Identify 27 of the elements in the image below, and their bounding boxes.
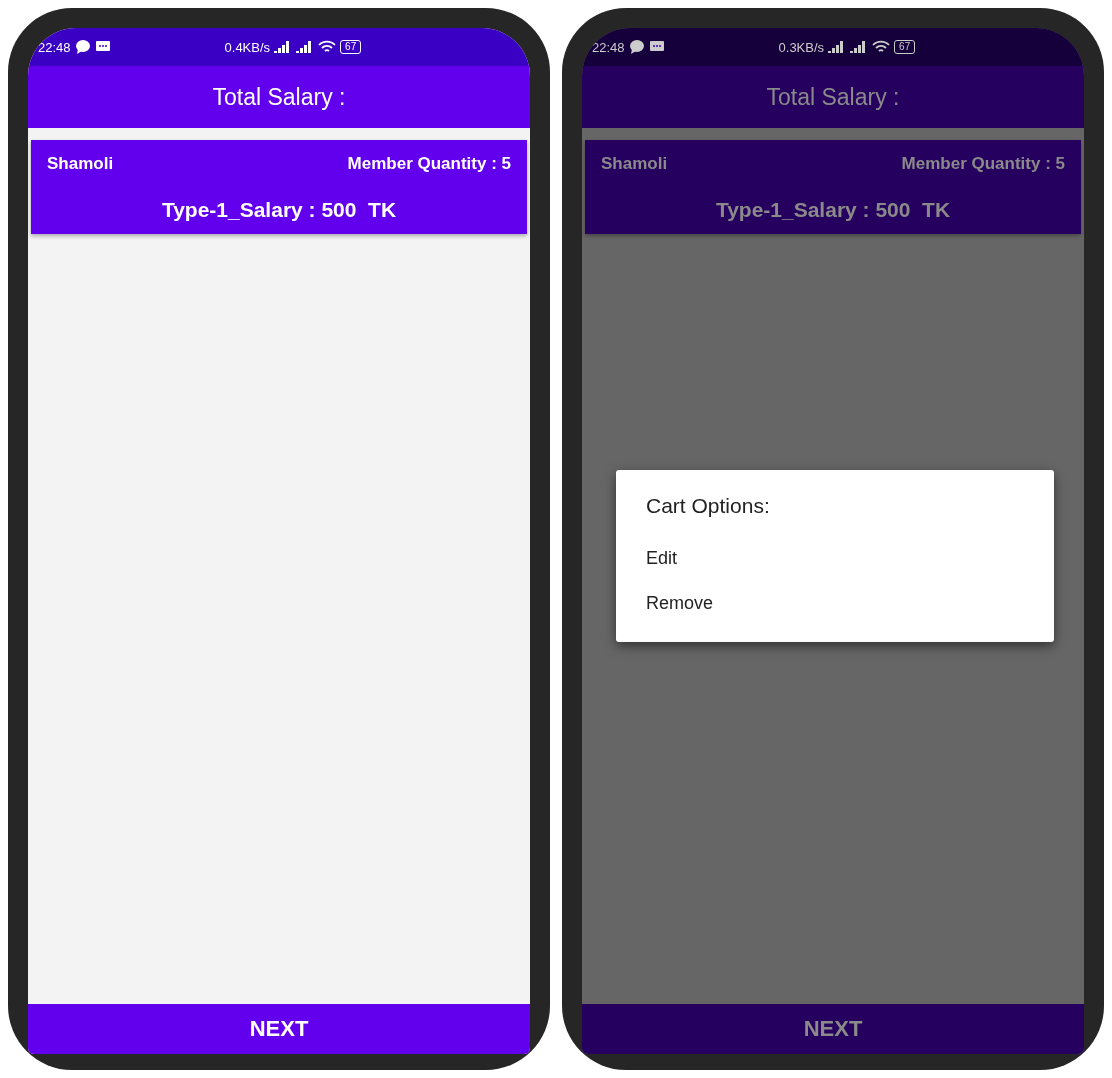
member-quantity: Member Quantity : 5 (901, 154, 1065, 174)
message-icon (648, 40, 665, 54)
next-button[interactable]: NEXT (582, 1004, 1084, 1054)
wifi-icon (318, 40, 337, 54)
salary-card[interactable]: Shamoli Member Quantity : 5 Type-1_Salary : 500 TK (31, 140, 527, 234)
wifi-icon (872, 40, 891, 54)
member-quantity: Member Quantity : 5 (347, 154, 511, 174)
menu-option[interactable]: Edit (646, 536, 1024, 581)
menu-option[interactable]: Remove (646, 581, 1024, 626)
chat-bubble-icon (74, 39, 91, 55)
group-name: Shamoli (601, 154, 668, 174)
dialog-title: Cart Options: (646, 494, 771, 518)
salary-amount: Type-1_Salary : 500 TK (714, 198, 952, 222)
app-bar-title: Total Salary : (582, 66, 1084, 128)
group-name: Shamoli (47, 154, 114, 174)
status-time: 22:48 (38, 39, 71, 55)
salary-amount: Type-1_Salary : 500 TK (160, 198, 398, 222)
message-icon (94, 40, 111, 54)
salary-card[interactable]: Shamoli Member Quantity : 5 Type-1_Salary : 500 TK (585, 140, 1081, 234)
network-speed: 0.4KB/s (224, 39, 271, 55)
chat-bubble-icon (628, 39, 645, 55)
battery-level: 67 (894, 40, 916, 54)
battery-level: 67 (340, 40, 362, 54)
next-button[interactable]: NEXT (28, 1004, 530, 1054)
app-bar-title: Total Salary : (28, 66, 530, 128)
network-speed: 0.3KB/s (778, 39, 825, 55)
status-time: 22:48 (592, 39, 625, 55)
